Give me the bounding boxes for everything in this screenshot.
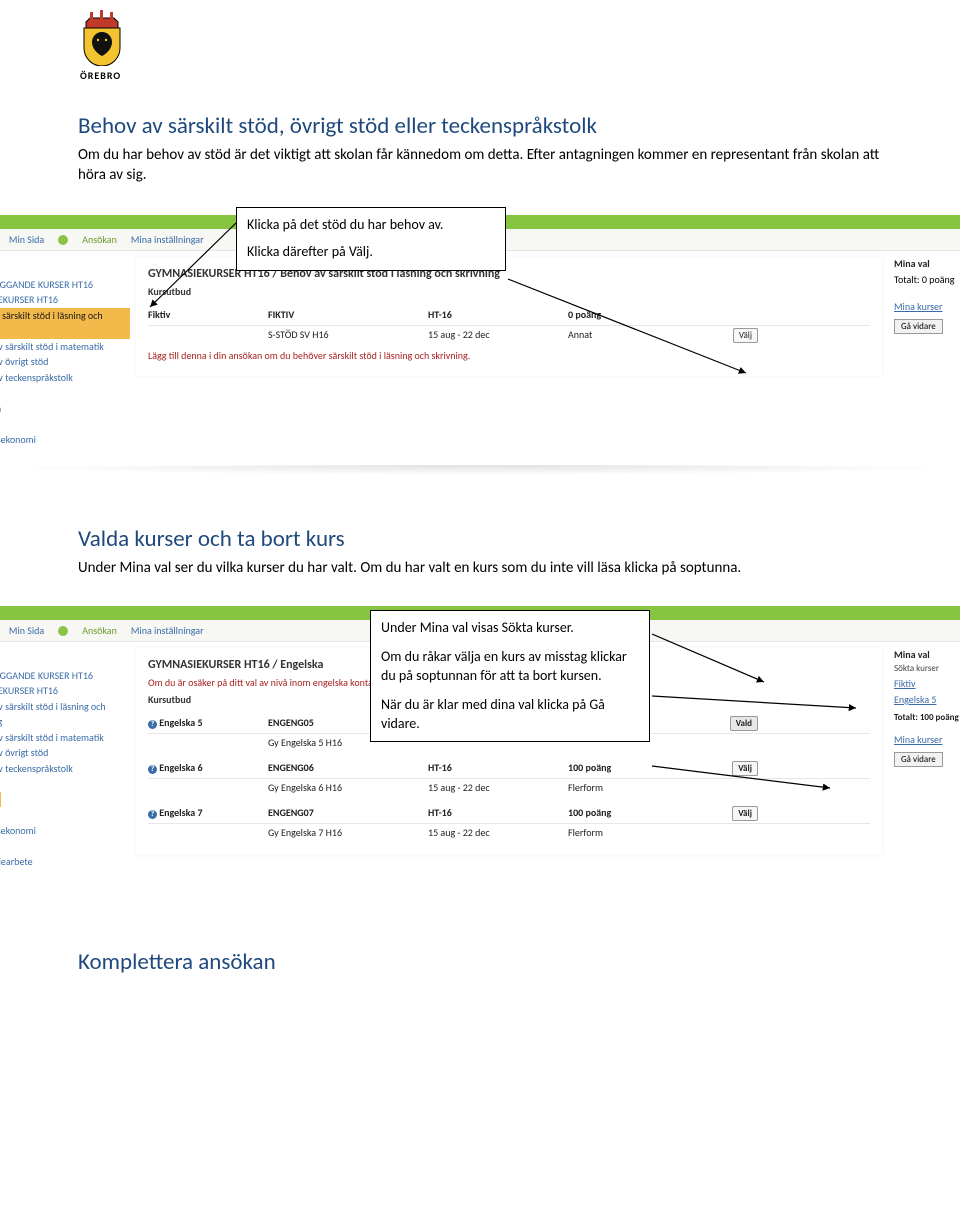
shot1-rightcol: Mina val Totalt: 0 poäng Mina kurser Gå … <box>890 251 960 340</box>
sidebar-item[interactable]: Behov av teckenspråkstolk <box>0 370 130 386</box>
nav-ansokan[interactable]: Ansökan <box>82 233 117 246</box>
valj-button[interactable]: Välj <box>733 328 758 343</box>
shot2-sidebar: Kursutbud GRUNDLÄGGANDE KURSER HT16 GYMN… <box>0 642 136 908</box>
help-icon[interactable]: ? <box>148 765 157 774</box>
minakurser-link[interactable]: Mina kurser <box>894 733 960 746</box>
sidebar-item[interactable]: Företagsekonomi <box>0 823 130 839</box>
nav-minsida[interactable]: Min Sida <box>9 233 44 246</box>
table-header: Fiktiv FIKTIV HT-16 0 poäng <box>148 304 870 326</box>
sidebar-group-1[interactable]: GRUNDLÄGGANDE KURSER HT16 <box>0 277 130 293</box>
minaval-title: Mina val <box>894 648 960 661</box>
shot2-rightcol: Mina val Sökta kurser Fiktiv Engelska 5 … <box>890 642 960 773</box>
callout2-line3: När du är klar med dina val klicka på Gå… <box>381 696 639 734</box>
minaval-total: Totalt: 0 poäng <box>894 273 960 286</box>
sidebar-header: Kursutbud <box>0 259 130 275</box>
table-row: ? Engelska 7 ENGENG07 HT-16 100 poäng Vä… <box>148 802 870 824</box>
sidebar-item[interactable]: Företagsekonomi <box>0 432 130 448</box>
logo-text: ÖREBRO <box>80 69 960 82</box>
section2-paragraph: Under Mina val ser du vilka kurser du ha… <box>78 559 882 579</box>
nav-installningar[interactable]: Mina inställningar <box>131 233 204 246</box>
fiktiv-link[interactable]: Fiktiv <box>894 677 915 690</box>
nav-minsida[interactable]: Min Sida <box>9 624 44 637</box>
section3-heading: Komplettera ansökan <box>78 948 882 976</box>
section1-heading: Behov av särskilt stöd, övrigt stöd elle… <box>78 112 882 140</box>
sidebar-item[interactable]: Behov av särskilt stöd i matematik <box>0 339 130 355</box>
sokta-label: Sökta kurser <box>894 663 960 674</box>
eng5-link[interactable]: Engelska 5 <box>894 693 936 706</box>
sidebar-item[interactable]: Behov av övrigt stöd <box>0 745 130 761</box>
table-row: Gy Engelska 7 H16 15 aug - 22 dec Flerfo… <box>148 824 870 841</box>
valj-button[interactable]: Välj <box>732 761 758 776</box>
sidebar-item[interactable]: Fysik <box>0 416 130 432</box>
sidebar-item[interactable]: Historia <box>0 869 130 885</box>
sidebar-group-2[interactable]: GYMNASIEKURSER HT16 <box>0 683 130 699</box>
sidebar-item[interactable]: Behov av övrigt stöd <box>0 354 130 370</box>
sidebar-item[interactable]: Engelska <box>0 792 1 808</box>
section-sub: Kursutbud <box>148 285 870 298</box>
sidebar-item[interactable]: Behov av särskilt stöd i läsning och skr… <box>0 308 130 339</box>
notice-text: Lägg till denna i din ansökan om du behö… <box>148 349 870 362</box>
sidebar-item[interactable]: Gymnasiearbete <box>0 854 130 870</box>
callout2-line2: Om du råkar välja en kurs av misstag kli… <box>381 648 639 686</box>
nav-ansokan[interactable]: Ansökan <box>82 624 117 637</box>
table-row: Gy Engelska 6 H16 15 aug - 22 dec Flerfo… <box>148 779 870 796</box>
vald-badge: Vald <box>730 716 758 731</box>
callout-box-1: Klicka på det stöd du har behov av. Klic… <box>236 207 506 271</box>
sidebar-item[interactable]: Kemi <box>0 885 130 901</box>
section2-heading: Valda kurser och ta bort kurs <box>78 525 882 553</box>
sidebar-item[interactable]: Behov av särskilt stöd i läsning och skr… <box>0 699 130 730</box>
sidebar-item[interactable]: Biologi <box>0 385 130 401</box>
callout-box-2: Under Mina val visas Sökta kurser. Om du… <box>370 610 650 742</box>
gavidare-button[interactable]: Gå vidare <box>894 319 943 334</box>
table-row: ? Engelska 6 ENGENG06 HT-16 100 poäng Vä… <box>148 757 870 779</box>
callout-line-1: Klicka på det stöd du har behov av. <box>247 216 495 235</box>
sidebar-header: Kursutbud <box>0 650 130 666</box>
sidebar-item[interactable]: Biologi <box>0 776 130 792</box>
minaval-title: Mina val <box>894 257 960 270</box>
sidebar-item[interactable]: Behov av särskilt stöd i matematik <box>0 730 130 746</box>
table-row: S-STÖD SV H16 15 aug - 22 dec Annat Välj <box>148 326 870 343</box>
shot1-sidebar: Kursutbud GRUNDLÄGGANDE KURSER HT16 GYMN… <box>0 251 136 471</box>
sidebar-item[interactable]: Geografi <box>0 447 130 463</box>
sidebar-group-1[interactable]: GRUNDLÄGGANDE KURSER HT16 <box>0 668 130 684</box>
nav-installningar[interactable]: Mina inställningar <box>131 624 204 637</box>
minaval-total: Totalt: 100 poäng <box>894 712 960 723</box>
help-icon[interactable]: ? <box>148 720 157 729</box>
logo-crest <box>80 10 960 66</box>
sidebar-group-2[interactable]: GYMNASIEKURSER HT16 <box>0 292 130 308</box>
sidebar-item[interactable]: Engelska <box>0 401 130 417</box>
nav-active-icon <box>58 235 68 245</box>
callout2-line1: Under Mina val visas Sökta kurser. <box>381 619 639 638</box>
section1-paragraph: Om du har behov av stöd är det viktigt a… <box>78 146 882 185</box>
minakurser-link[interactable]: Mina kurser <box>894 300 960 313</box>
nav-active-icon <box>58 626 68 636</box>
sidebar-item[interactable]: Behov av teckenspråkstolk <box>0 761 130 777</box>
callout-line-2: Klicka därefter på Välj. <box>247 243 495 262</box>
sidebar-item[interactable]: Fysik <box>0 807 130 823</box>
help-icon[interactable]: ? <box>148 810 157 819</box>
valj-button[interactable]: Välj <box>732 806 758 821</box>
sidebar-item[interactable]: Geografi <box>0 838 130 854</box>
gavidare-button[interactable]: Gå vidare <box>894 752 943 767</box>
shot1-main: GYMNASIEKURSER HT16 / Behov av särskilt … <box>136 257 882 376</box>
